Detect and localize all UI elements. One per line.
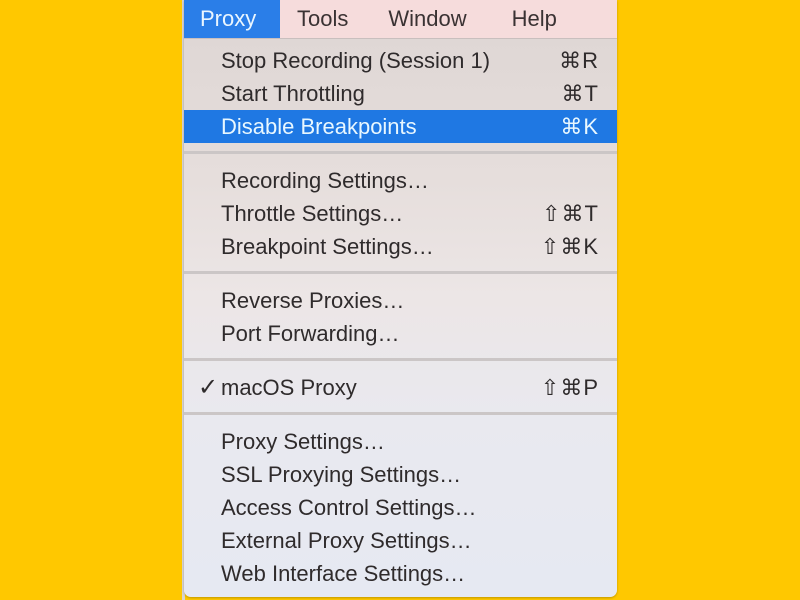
menubar-help[interactable]: Help: [481, 0, 571, 38]
menu-item-label: SSL Proxying Settings…: [221, 461, 462, 487]
menu-item-reverse-proxies[interactable]: Reverse Proxies…: [184, 284, 617, 317]
menubar: Proxy Tools Window Help: [184, 0, 617, 39]
menu-item-label: Start Throttling: [221, 80, 365, 106]
menu-item-ssl-proxying-settings[interactable]: SSL Proxying Settings…: [184, 458, 617, 491]
menu-item-label: Stop Recording (Session 1): [221, 47, 491, 73]
menu-item-label: Recording Settings…: [221, 167, 429, 193]
proxy-menu-panel: Proxy Tools Window Help Stop Recording (…: [184, 0, 617, 597]
menu-item-label: Disable Breakpoints: [221, 113, 417, 139]
shortcut-label: ⇧⌘T: [542, 200, 599, 226]
menu-separator: [184, 412, 617, 415]
menu-item-breakpoint-settings[interactable]: Breakpoint Settings… ⇧⌘K: [184, 230, 617, 263]
shortcut-label: ⌘R: [559, 47, 599, 73]
menu-separator: [184, 271, 617, 274]
menu-item-label: Reverse Proxies…: [221, 287, 405, 313]
menu-item-label: Web Interface Settings…: [221, 560, 466, 586]
checkmark-icon: ✓: [197, 374, 219, 401]
menu-item-label: macOS Proxy: [221, 374, 357, 400]
menu-item-web-interface-settings[interactable]: Web Interface Settings…: [184, 557, 617, 590]
shortcut-label: ⇧⌘K: [540, 233, 599, 259]
menu-item-label: Access Control Settings…: [221, 494, 477, 520]
menu-item-label: Breakpoint Settings…: [221, 233, 434, 259]
menu-item-label: Port Forwarding…: [221, 320, 400, 346]
menu-item-access-control-settings[interactable]: Access Control Settings…: [184, 491, 617, 524]
menu-separator: [184, 151, 617, 154]
menu-separator: [184, 358, 617, 361]
shortcut-label: ⌘T: [561, 80, 599, 106]
menu-item-start-throttling[interactable]: Start Throttling ⌘T: [184, 77, 617, 110]
menu-item-label: Throttle Settings…: [221, 200, 404, 226]
menu-item-port-forwarding[interactable]: Port Forwarding…: [184, 317, 617, 350]
shortcut-label: ⌘K: [560, 113, 599, 139]
menu-item-recording-settings[interactable]: Recording Settings…: [184, 164, 617, 197]
menu-item-disable-breakpoints[interactable]: Disable Breakpoints ⌘K: [184, 110, 617, 143]
shortcut-label: ⇧⌘P: [540, 374, 599, 400]
menu-item-external-proxy-settings[interactable]: External Proxy Settings…: [184, 524, 617, 557]
menu-item-label: External Proxy Settings…: [221, 527, 472, 553]
menubar-proxy[interactable]: Proxy: [184, 0, 280, 38]
menubar-window[interactable]: Window: [362, 0, 480, 38]
menu-item-stop-recording[interactable]: Stop Recording (Session 1) ⌘R: [184, 44, 617, 77]
menu-item-label: Proxy Settings…: [221, 428, 385, 454]
menu-item-throttle-settings[interactable]: Throttle Settings… ⇧⌘T: [184, 197, 617, 230]
menu-item-macos-proxy[interactable]: ✓ macOS Proxy ⇧⌘P: [184, 371, 617, 404]
menubar-tools[interactable]: Tools: [280, 0, 362, 38]
menu-item-proxy-settings[interactable]: Proxy Settings…: [184, 425, 617, 458]
